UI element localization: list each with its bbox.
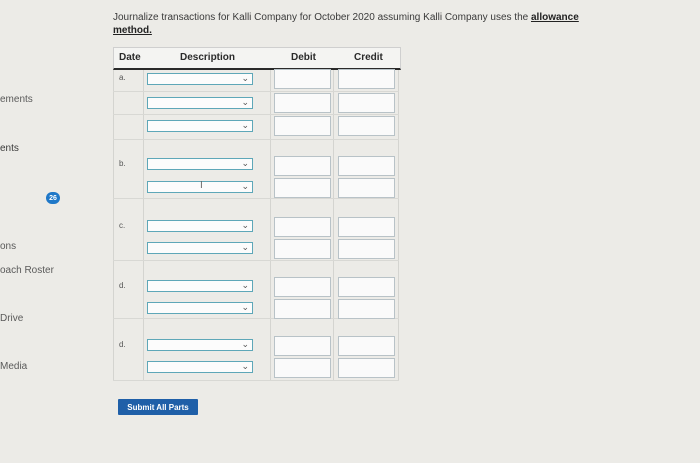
- submit-all-parts-button[interactable]: Submit All Parts: [118, 399, 198, 415]
- row-divider: [113, 91, 399, 92]
- debit-input[interactable]: [274, 69, 331, 89]
- chevron-down-icon: ⌄: [241, 158, 249, 168]
- chevron-down-icon: ⌄: [241, 242, 249, 252]
- account-select[interactable]: ⌄: [147, 158, 253, 170]
- credit-input[interactable]: [338, 358, 395, 378]
- col-divider: [143, 70, 144, 381]
- row-divider: [113, 260, 399, 261]
- credit-input[interactable]: [338, 156, 395, 176]
- row-label-b: b.: [119, 159, 126, 168]
- debit-input[interactable]: [274, 239, 331, 259]
- header-date: Date: [119, 52, 141, 63]
- col-divider: [270, 70, 271, 381]
- chevron-down-icon: ⌄: [241, 220, 249, 230]
- sidebar-item-ons[interactable]: ons: [0, 241, 16, 252]
- credit-input[interactable]: [338, 277, 395, 297]
- chevron-down-icon: ⌄: [241, 120, 249, 130]
- account-select[interactable]: ⌄: [147, 73, 253, 85]
- col-divider: [398, 70, 399, 381]
- debit-input[interactable]: [274, 336, 331, 356]
- chevron-down-icon: ⌄: [241, 97, 249, 107]
- credit-input[interactable]: [338, 93, 395, 113]
- row-divider: [113, 198, 399, 199]
- header-debit: Debit: [291, 52, 316, 63]
- debit-input[interactable]: [274, 178, 331, 198]
- row-divider: [113, 139, 399, 140]
- account-select[interactable]: ⌄: [147, 339, 253, 351]
- sidebar-item-elements[interactable]: ements: [0, 94, 33, 105]
- account-select[interactable]: ⌄: [147, 242, 253, 254]
- journal-table: Date Description Debit Credit a. b. c. d…: [113, 47, 401, 381]
- account-select[interactable]: ⌄: [147, 280, 253, 292]
- chevron-down-icon: ⌄: [241, 181, 249, 191]
- credit-input[interactable]: [338, 239, 395, 259]
- instructions-prefix: Journalize transactions for Kalli Compan…: [113, 12, 531, 23]
- credit-input[interactable]: [338, 116, 395, 136]
- account-select[interactable]: I ⌄: [147, 180, 253, 193]
- debit-input[interactable]: [274, 358, 331, 378]
- credit-input[interactable]: [338, 178, 395, 198]
- sidebar-item-media[interactable]: Media: [0, 361, 27, 372]
- account-select[interactable]: ⌄: [147, 361, 253, 373]
- row-label-d: d.: [119, 281, 126, 290]
- sidebar-item-drive[interactable]: Drive: [0, 313, 23, 324]
- row-label-a: a.: [119, 73, 126, 82]
- table-header: Date Description Debit Credit: [113, 47, 401, 70]
- chevron-down-icon: ⌄: [241, 339, 249, 349]
- account-select[interactable]: ⌄: [147, 97, 253, 109]
- account-select[interactable]: ⌄: [147, 302, 253, 314]
- col-divider: [113, 70, 114, 381]
- row-divider: [113, 114, 399, 115]
- sidebar-item-ents[interactable]: ents: [0, 143, 19, 154]
- credit-input[interactable]: [338, 217, 395, 237]
- header-credit: Credit: [354, 52, 383, 63]
- debit-input[interactable]: [274, 217, 331, 237]
- chevron-down-icon: ⌄: [241, 361, 249, 371]
- notification-badge: 26: [46, 192, 60, 204]
- row-label-c: c.: [119, 221, 126, 230]
- debit-input[interactable]: [274, 277, 331, 297]
- chevron-down-icon: ⌄: [241, 73, 249, 83]
- chevron-down-icon: ⌄: [241, 280, 249, 290]
- chevron-down-icon: ⌄: [241, 302, 249, 312]
- account-select[interactable]: ⌄: [147, 220, 253, 232]
- credit-input[interactable]: [338, 336, 395, 356]
- instructions-text: Journalize transactions for Kalli Compan…: [113, 11, 583, 37]
- debit-input[interactable]: [274, 299, 331, 319]
- account-select[interactable]: ⌄: [147, 120, 253, 132]
- row-divider: [113, 380, 399, 381]
- header-description: Description: [180, 52, 236, 63]
- sidebar-item-coach-roster[interactable]: oach Roster: [0, 265, 54, 276]
- row-label-d2: d.: [119, 340, 126, 349]
- debit-input[interactable]: [274, 156, 331, 176]
- ibeam-cursor-icon: I: [200, 180, 203, 191]
- col-divider: [333, 70, 334, 381]
- debit-input[interactable]: [274, 93, 331, 113]
- credit-input[interactable]: [338, 299, 395, 319]
- credit-input[interactable]: [338, 69, 395, 89]
- debit-input[interactable]: [274, 116, 331, 136]
